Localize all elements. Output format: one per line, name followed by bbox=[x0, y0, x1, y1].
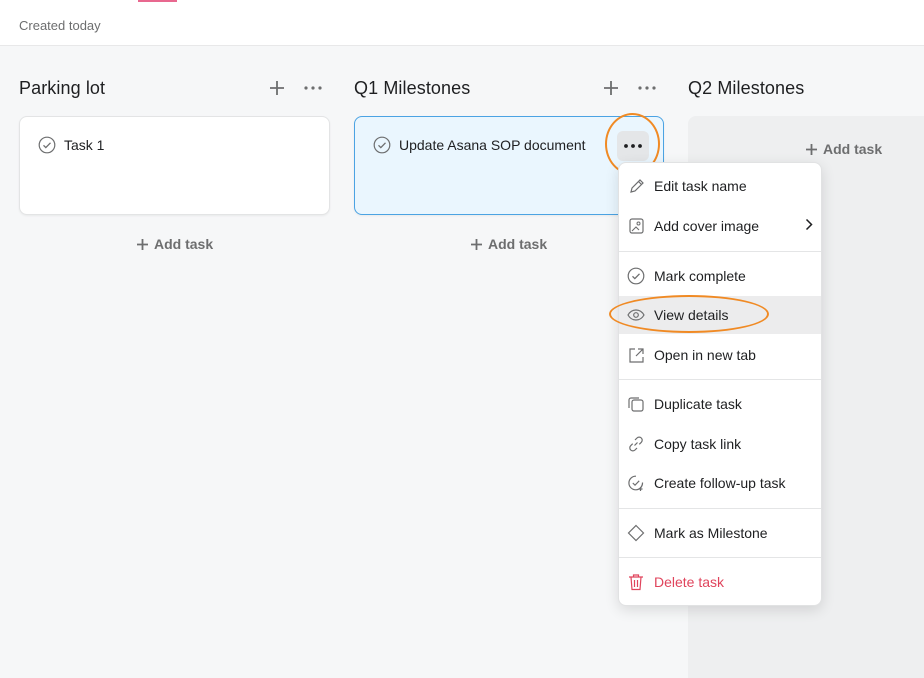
menu-item-add-cover-image[interactable]: Add cover image bbox=[619, 207, 821, 245]
column-header-q1-milestones: Q1 Milestones bbox=[354, 76, 470, 100]
trash-icon bbox=[627, 573, 645, 591]
add-task-plus-button[interactable] bbox=[266, 77, 288, 99]
external-link-icon bbox=[627, 346, 645, 364]
project-header: Created today bbox=[0, 0, 924, 46]
column-title: Q1 Milestones bbox=[354, 77, 471, 98]
image-icon bbox=[627, 217, 645, 235]
column-header-q2-milestones: Q2 Milestones bbox=[688, 76, 804, 100]
active-tab-indicator bbox=[138, 0, 177, 2]
created-date-text: Created today bbox=[19, 18, 101, 33]
menu-item-label: Add cover image bbox=[654, 218, 760, 234]
menu-item-mark-as-milestone[interactable]: Mark as Milestone bbox=[619, 514, 821, 552]
chevron-right-icon bbox=[805, 218, 813, 234]
task-card[interactable]: Task 1 bbox=[19, 116, 330, 215]
column-more-button[interactable] bbox=[636, 77, 658, 99]
column-title: Q2 Milestones bbox=[688, 77, 805, 98]
check-circle-icon bbox=[627, 267, 645, 285]
add-task-plus-button[interactable] bbox=[600, 77, 622, 99]
column-more-button[interactable] bbox=[302, 77, 324, 99]
menu-item-mark-complete[interactable]: Mark complete bbox=[619, 257, 821, 295]
add-task-label: Add task bbox=[154, 236, 214, 252]
add-task-label: Add task bbox=[488, 236, 548, 252]
task-name: Task 1 bbox=[64, 137, 105, 153]
menu-item-delete-task[interactable]: Delete task bbox=[619, 563, 821, 601]
check-circle-icon[interactable] bbox=[373, 136, 391, 154]
more-horizontal-icon bbox=[638, 86, 656, 90]
add-task-button[interactable]: Add task bbox=[137, 236, 213, 252]
task-row: Update Asana SOP document bbox=[373, 136, 586, 154]
column-actions bbox=[266, 76, 324, 100]
menu-item-copy-task-link[interactable]: Copy task link bbox=[619, 425, 821, 463]
check-circle-icon[interactable] bbox=[38, 136, 56, 154]
menu-item-duplicate-task[interactable]: Duplicate task bbox=[619, 385, 821, 423]
board-page: Created today Parking lot Task 1 Add tas… bbox=[0, 0, 924, 678]
menu-item-label: Copy task link bbox=[654, 436, 742, 452]
menu-item-label: Edit task name bbox=[654, 178, 747, 194]
menu-divider bbox=[619, 251, 821, 252]
add-task-label: Add task bbox=[823, 141, 883, 157]
highlight-ellipse-annotation bbox=[609, 295, 769, 333]
link-icon bbox=[627, 435, 645, 453]
menu-divider bbox=[619, 379, 821, 380]
plus-icon bbox=[604, 81, 618, 95]
more-horizontal-icon bbox=[304, 86, 322, 90]
menu-item-label: Duplicate task bbox=[654, 396, 742, 412]
plus-icon bbox=[806, 143, 817, 155]
column-actions bbox=[600, 76, 658, 100]
plus-icon bbox=[471, 238, 482, 250]
plus-icon bbox=[137, 238, 148, 250]
task-context-menu: Edit task name Add cover image Mark comp… bbox=[618, 162, 822, 606]
menu-item-open-in-new-tab[interactable]: Open in new tab bbox=[619, 336, 821, 374]
column-header-parking-lot: Parking lot bbox=[19, 76, 105, 100]
menu-item-edit-task-name[interactable]: Edit task name bbox=[619, 167, 821, 205]
column-title: Parking lot bbox=[19, 77, 106, 98]
menu-item-label: Open in new tab bbox=[654, 347, 756, 363]
diamond-icon bbox=[627, 524, 645, 542]
duplicate-icon bbox=[627, 395, 645, 413]
menu-item-label: Mark as Milestone bbox=[654, 525, 768, 541]
task-row: Task 1 bbox=[38, 136, 104, 154]
menu-item-create-follow-up-task[interactable]: Create follow-up task bbox=[619, 464, 821, 502]
follow-up-icon bbox=[627, 474, 645, 492]
add-task-button[interactable]: Add task bbox=[471, 236, 547, 252]
add-task-button[interactable]: Add task bbox=[806, 141, 882, 157]
pencil-icon bbox=[627, 177, 645, 195]
menu-item-label: Delete task bbox=[654, 574, 725, 590]
task-name: Update Asana SOP document bbox=[399, 137, 586, 153]
menu-item-label: Create follow-up task bbox=[654, 475, 786, 491]
menu-divider bbox=[619, 508, 821, 509]
plus-icon bbox=[270, 81, 284, 95]
menu-item-label: Mark complete bbox=[654, 268, 746, 284]
menu-divider bbox=[619, 557, 821, 558]
